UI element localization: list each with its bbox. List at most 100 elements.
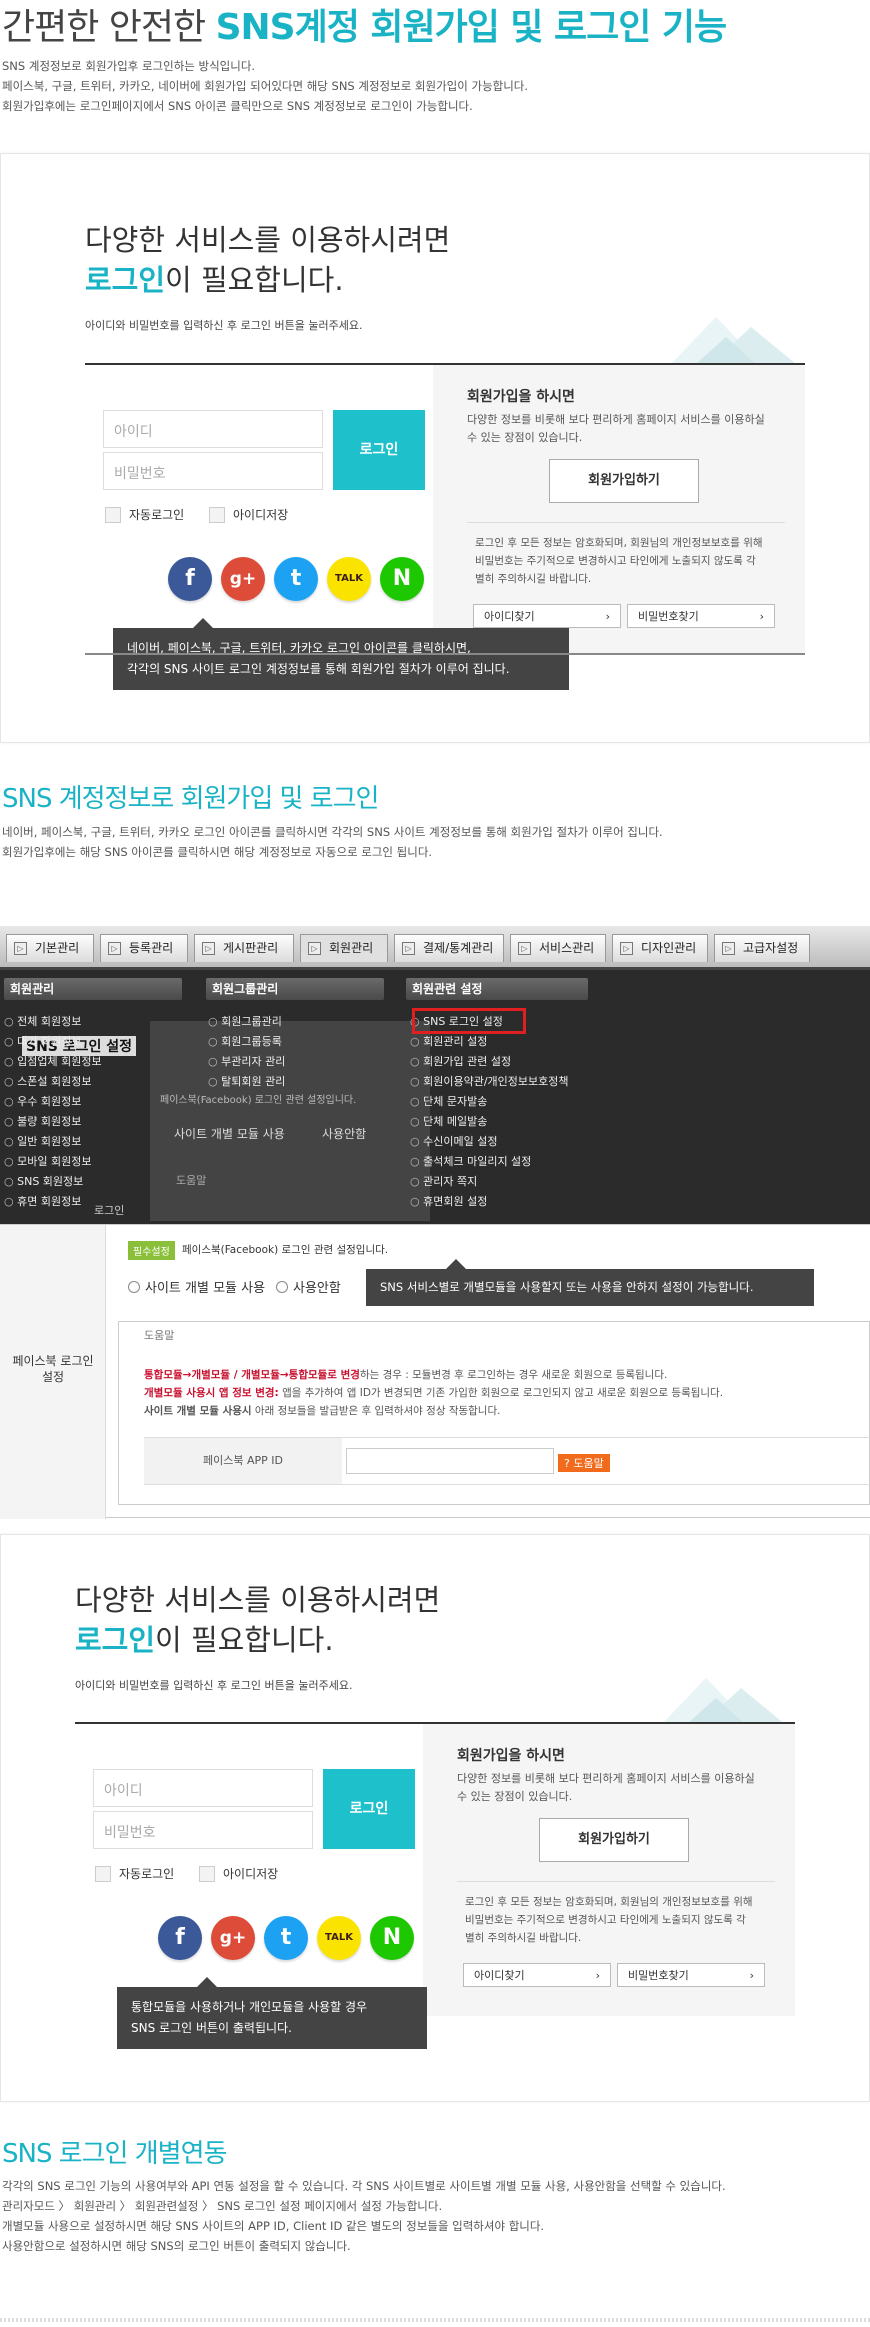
menu-item[interactable]: 전체 회원정보	[4, 1012, 102, 1032]
side-label-text: 페이스북 로그인 설정	[12, 1354, 94, 1384]
facebook-icon[interactable]: f	[168, 557, 212, 601]
admin-tab-bar: ▷ 기본관리 ▷ 등록관리 ▷ 게시판관리 ▷ 회원관리 ▷ 결제/통계관리 ▷ 서비스관리…	[0, 926, 870, 970]
menu-item[interactable]: 회원이용약관/개인정보보호정책	[410, 1072, 568, 1092]
auto-login-label: 자동로그인	[119, 1867, 175, 1881]
section3-desc-line: 개별모듈 사용으로 설정하시면 해당 SNS 사이트의 APP ID, Clie…	[2, 2219, 545, 2233]
menu-item[interactable]: 대기 회원정보	[4, 1032, 102, 1052]
help-text: 하는 경우 : 모듈변경 후 로그인하는 경우 새로운 회원으로 등록됩니다.	[359, 1369, 668, 1381]
menu-item[interactable]: 단체 메일발송	[410, 1112, 569, 1132]
twitter-icon[interactable]: t	[274, 557, 318, 601]
google-plus-icon[interactable]: g+	[211, 1916, 255, 1960]
hero-description: SNS 계정정보로 회원가입후 로그인하는 방식입니다. 페이스북, 구글, 트…	[2, 56, 528, 116]
tab-payment[interactable]: ▷ 결제/통계관리	[394, 934, 504, 962]
help-line-1: 통합모듈→개별모듈 / 개별모듈→통합모듈로 변경하는 경우 : 모듈변경 후 …	[144, 1367, 667, 1382]
menu-item[interactable]: 우수 회원정보	[4, 1092, 102, 1112]
auto-login-checkbox[interactable]: 자동로그인	[95, 1865, 174, 1882]
menu-item[interactable]: 휴면회원 설정	[410, 1192, 569, 1212]
menu-head-member-settings[interactable]: 회원관련 설정	[406, 978, 588, 1000]
facebook-icon[interactable]: f	[158, 1916, 202, 1960]
login-button[interactable]: 로그인	[333, 410, 425, 490]
tab-label: 서비스관리	[539, 941, 595, 955]
menu-item[interactable]: 일반 회원정보	[4, 1132, 102, 1152]
tag-description: 페이스북(Facebook) 로그인 관련 설정입니다.	[182, 1244, 389, 1256]
save-id-checkbox[interactable]: 아이디저장	[199, 1865, 278, 1882]
login-heading-line1: 다양한 서비스를 이용하시려면	[85, 223, 451, 257]
naver-icon[interactable]: N	[370, 1916, 414, 1960]
kakao-icon[interactable]: TALK	[327, 557, 371, 601]
password-input[interactable]: 비밀번호	[103, 452, 323, 490]
id-input[interactable]: 아이디	[93, 1769, 313, 1807]
login-heading-rest: 이 필요합니다.	[155, 1623, 334, 1657]
login-subtext: 아이디와 비밀번호를 입력하신 후 로그인 버튼을 눌러주세요.	[85, 319, 363, 332]
tab-icon: ▷	[722, 942, 735, 955]
app-id-row: 페이스북 APP ID ? 도움말	[144, 1437, 870, 1485]
radio-circle[interactable]	[128, 1280, 140, 1293]
find-password-button[interactable]: 비밀번호찾기 ›	[617, 1963, 765, 1987]
twitter-icon[interactable]: t	[264, 1916, 308, 1960]
radio-not-used[interactable]: 사용안함	[276, 1277, 341, 1296]
menu-item[interactable]: SNS 회원정보	[4, 1172, 102, 1192]
menu-item[interactable]: 회원그룹관리	[208, 1012, 285, 1032]
facebook-settings-screenshot: 페이스북 로그인 설정 필수설정 페이스북(Facebook) 로그인 관련 설…	[0, 1224, 870, 1519]
hero-desc-line: SNS 계정정보로 회원가입후 로그인하는 방식입니다.	[2, 59, 256, 73]
menu-item[interactable]: 스폰설 회원정보	[4, 1072, 102, 1092]
tab-service[interactable]: ▷ 서비스관리	[510, 934, 606, 962]
naver-icon[interactable]: N	[380, 557, 424, 601]
id-input[interactable]: 아이디	[103, 410, 323, 448]
background-radio-1: 사이트 개별 모듈 사용	[174, 1127, 285, 1141]
menu-item[interactable]: 입점업체 회원정보	[4, 1052, 101, 1072]
auto-login-checkbox[interactable]: 자동로그인	[105, 506, 184, 523]
menu-item[interactable]: 불량 회원정보	[4, 1112, 102, 1132]
login-button[interactable]: 로그인	[323, 1769, 415, 1849]
login-subtext: 아이디와 비밀번호를 입력하신 후 로그인 버튼을 눌러주세요.	[75, 1679, 353, 1692]
find-id-button[interactable]: 아이디찾기 ›	[463, 1963, 611, 1987]
tab-label: 등록관리	[129, 941, 174, 955]
menu-item[interactable]: 출석체크 마일리지 설정	[410, 1152, 569, 1172]
save-id-label: 아이디저장	[233, 508, 289, 522]
menu-item[interactable]: 수신이메일 설정	[410, 1132, 569, 1152]
save-id-checkbox[interactable]: 아이디저장	[209, 506, 288, 523]
google-plus-icon[interactable]: g+	[221, 557, 265, 601]
checkbox-box[interactable]	[199, 1865, 215, 1882]
radio-circle[interactable]	[276, 1280, 288, 1293]
tab-member[interactable]: ▷ 회원관리	[300, 934, 388, 962]
find-password-label: 비밀번호찾기	[638, 610, 699, 623]
chevron-right-icon: ›	[605, 609, 610, 623]
tab-basic[interactable]: ▷ 기본관리	[6, 934, 94, 962]
menu-item[interactable]: 부관리자 관리	[208, 1052, 285, 1072]
tooltip-line: 통합모듈을 사용하거나 개인모듈을 사용할 경우	[131, 2000, 368, 2014]
tab-icon: ▷	[308, 942, 321, 955]
tab-advanced[interactable]: ▷ 고급자설정	[714, 934, 810, 962]
checkbox-box[interactable]	[95, 1865, 111, 1882]
find-password-button[interactable]: 비밀번호찾기 ›	[627, 604, 775, 628]
tab-design[interactable]: ▷ 디자인관리	[612, 934, 708, 962]
menu-item[interactable]: 모바일 회원정보	[4, 1152, 102, 1172]
help-text: 앱을 추가하여 앱 ID가 변경되면 기존 가입한 회원으로 로그인되지 않고 …	[278, 1387, 724, 1399]
find-id-button[interactable]: 아이디찾기 ›	[473, 604, 621, 628]
menu-item[interactable]: 휴면 회원정보	[4, 1192, 102, 1212]
required-setting-tag: 필수설정	[128, 1241, 175, 1260]
join-title: 회원가입을 하시면	[457, 1748, 565, 1764]
password-input[interactable]: 비밀번호	[93, 1811, 313, 1849]
kakao-icon[interactable]: TALK	[317, 1916, 361, 1960]
sns-tooltip-1: 네이버, 페이스북, 구글, 트위터, 카카오 로그인 아이콘를 클릭하시면, …	[113, 618, 569, 690]
background-help-title: 도움말	[176, 1174, 207, 1187]
join-button[interactable]: 회원가입하기	[539, 1818, 689, 1862]
radio-site-module[interactable]: 사이트 개별 모듈 사용	[128, 1277, 265, 1296]
menu-item[interactable]: 회원그룹등록	[208, 1032, 285, 1052]
app-id-input[interactable]	[346, 1448, 554, 1474]
menu-item[interactable]: 탈퇴회원 관리	[208, 1072, 285, 1092]
menu-item[interactable]: 관리자 쪽지	[410, 1172, 569, 1192]
checkbox-box[interactable]	[209, 506, 225, 523]
sns-tooltip-2: 통합모듈을 사용하거나 개인모듈을 사용할 경우 SNS 로그인 버튼이 출력됩…	[117, 1977, 427, 2049]
menu-item[interactable]: 단체 문자발송	[410, 1092, 569, 1112]
help-badge[interactable]: ? 도움말	[558, 1454, 610, 1472]
menu-head-member-group[interactable]: 회원그룹관리	[206, 978, 384, 1000]
menu-head-member[interactable]: 회원관리	[4, 978, 182, 1000]
menu-item[interactable]: 회원관리 설정	[410, 1032, 569, 1052]
checkbox-box[interactable]	[105, 506, 121, 523]
tab-register[interactable]: ▷ 등록관리	[100, 934, 188, 962]
tab-board[interactable]: ▷ 게시판관리	[194, 934, 294, 962]
join-button[interactable]: 회원가입하기	[549, 459, 699, 503]
menu-item[interactable]: 회원가입 관련 설정	[410, 1052, 569, 1072]
